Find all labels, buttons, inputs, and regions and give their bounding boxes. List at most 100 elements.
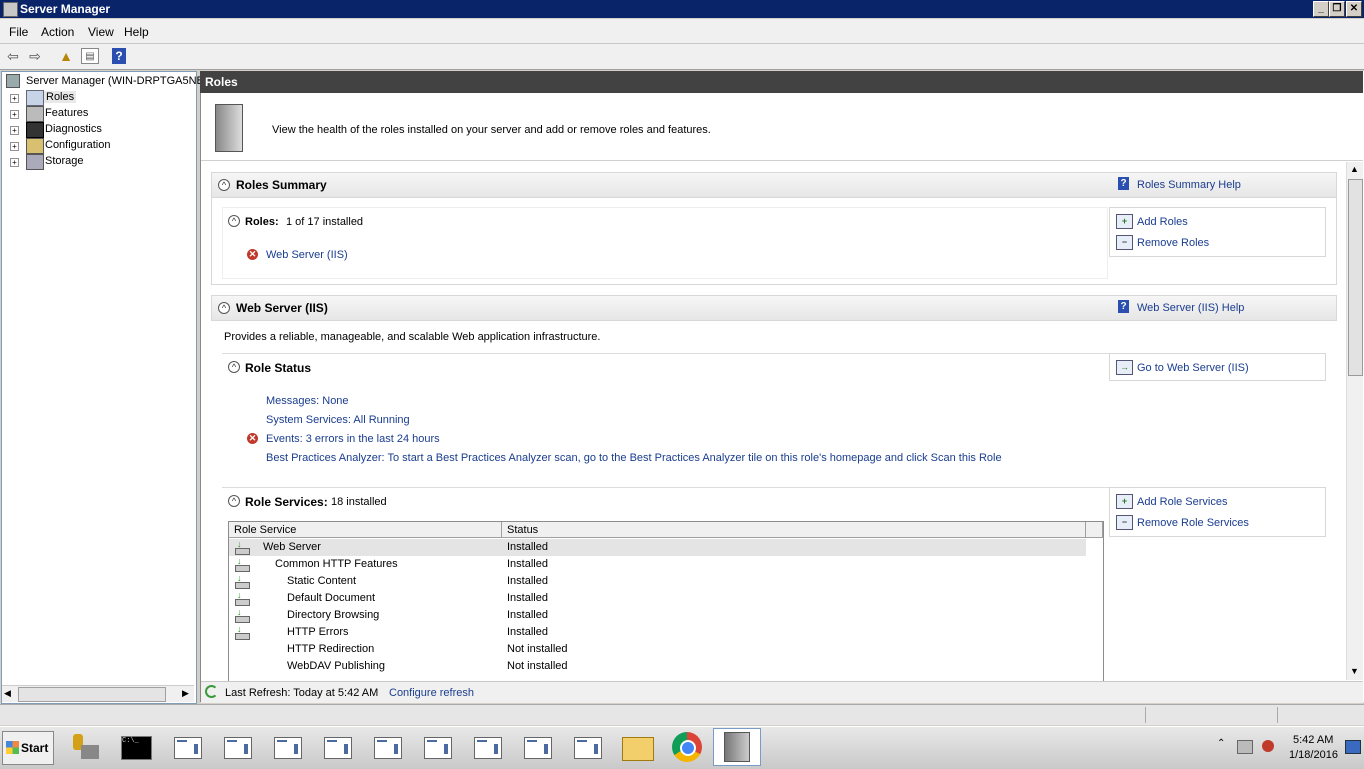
show-hide-tree-icon[interactable]: ▤ bbox=[81, 48, 99, 64]
configuration-icon bbox=[26, 138, 44, 154]
table-row[interactable]: ↓ HTTP Errors Installed bbox=[229, 624, 1086, 641]
table-row[interactable]: WebDAV Publishing Not installed bbox=[229, 658, 1086, 675]
web-server-help-link[interactable]: Web Server (IIS) Help bbox=[1137, 302, 1244, 314]
taskbar-window[interactable] bbox=[416, 731, 456, 763]
intro-area: View the health of the roles installed o… bbox=[201, 94, 1363, 161]
remove-role-services-icon[interactable]: − bbox=[1116, 515, 1133, 530]
taskbar-server-manager-active[interactable] bbox=[713, 728, 761, 766]
add-role-services-link[interactable]: Add Role Services bbox=[1137, 496, 1228, 508]
taskbar-file-explorer[interactable] bbox=[617, 731, 657, 763]
help-icon[interactable]: ? bbox=[1118, 300, 1129, 313]
taskbar-window[interactable] bbox=[266, 731, 306, 763]
error-icon: ✕ bbox=[247, 433, 258, 444]
expand-configuration-icon[interactable]: + bbox=[10, 142, 19, 151]
remove-roles-icon[interactable]: − bbox=[1116, 235, 1133, 250]
volume-muted-icon[interactable] bbox=[1262, 740, 1274, 752]
tree-item-configuration[interactable]: Configuration bbox=[45, 139, 110, 151]
expand-diagnostics-icon[interactable]: + bbox=[10, 126, 19, 135]
events-link[interactable]: Events: 3 errors in the last 24 hours bbox=[266, 433, 440, 445]
refresh-icon[interactable] bbox=[205, 685, 218, 698]
add-roles-link[interactable]: Add Roles bbox=[1137, 216, 1188, 228]
table-row[interactable]: ↓ Static Content Installed bbox=[229, 573, 1086, 590]
window-icon bbox=[524, 737, 552, 759]
go-to-web-server-link[interactable]: Go to Web Server (IIS) bbox=[1137, 362, 1249, 374]
taskbar-window[interactable] bbox=[366, 731, 406, 763]
taskbar-chrome[interactable] bbox=[667, 731, 707, 763]
expand-roles-icon[interactable]: + bbox=[10, 94, 19, 103]
go-to-icon[interactable]: → bbox=[1116, 360, 1133, 375]
collapse-icon[interactable]: ^ bbox=[228, 215, 240, 227]
scroll-right-icon[interactable]: ▶ bbox=[182, 688, 189, 699]
content-vertical-scrollbar[interactable]: ▲ ▼ bbox=[1346, 162, 1363, 680]
tree-item-storage[interactable]: Storage bbox=[45, 155, 84, 167]
taskbar-window[interactable] bbox=[166, 731, 206, 763]
restore-button[interactable]: ❐ bbox=[1329, 1, 1345, 17]
tree-item-features[interactable]: Features bbox=[45, 107, 88, 119]
expand-features-icon[interactable]: + bbox=[10, 110, 19, 119]
add-role-services-icon[interactable]: + bbox=[1116, 494, 1133, 509]
taskbar-command-prompt[interactable]: C:\_ bbox=[116, 731, 156, 763]
windows-logo-icon bbox=[6, 741, 19, 754]
column-header-status[interactable]: Status bbox=[502, 522, 1086, 538]
collapse-icon[interactable]: ^ bbox=[228, 495, 240, 507]
menu-view[interactable]: View bbox=[88, 25, 114, 39]
last-refresh-text: Last Refresh: Today at 5:42 AM bbox=[225, 687, 379, 699]
help-icon[interactable]: ? bbox=[112, 48, 126, 64]
table-row[interactable]: ↓ Default Document Installed bbox=[229, 590, 1086, 607]
expand-storage-icon[interactable]: + bbox=[10, 158, 19, 167]
start-button[interactable]: Start bbox=[2, 731, 54, 765]
back-arrow-icon[interactable]: ⇦ bbox=[4, 48, 22, 64]
taskbar-window[interactable] bbox=[316, 731, 356, 763]
system-services-link[interactable]: System Services: All Running bbox=[266, 414, 410, 426]
roles-summary-help-link[interactable]: Roles Summary Help bbox=[1137, 179, 1241, 191]
menu-bar: File Action View Help bbox=[0, 19, 1364, 44]
column-header-role-service[interactable]: Role Service bbox=[229, 522, 502, 538]
error-icon: ✕ bbox=[247, 249, 258, 260]
scroll-down-icon[interactable]: ▼ bbox=[1350, 666, 1359, 676]
table-row[interactable]: ↓ Directory Browsing Installed bbox=[229, 607, 1086, 624]
tree-horizontal-scrollbar[interactable]: ◀ ▶ bbox=[2, 685, 194, 702]
minimize-button[interactable]: _ bbox=[1313, 1, 1329, 17]
bpa-link[interactable]: Best Practices Analyzer: To start a Best… bbox=[266, 452, 1002, 464]
menu-action[interactable]: Action bbox=[41, 25, 74, 39]
taskbar-window[interactable] bbox=[466, 731, 506, 763]
server-icon bbox=[6, 74, 20, 88]
scroll-thumb[interactable] bbox=[18, 687, 166, 702]
up-folder-icon[interactable]: ▲ bbox=[57, 48, 75, 64]
menu-file[interactable]: File bbox=[9, 25, 28, 39]
title-bar: Server Manager _ ❐ ✕ bbox=[0, 0, 1364, 18]
add-roles-icon[interactable]: + bbox=[1116, 214, 1133, 229]
messages-link[interactable]: Messages: None bbox=[266, 395, 349, 407]
forward-arrow-icon[interactable]: ⇨ bbox=[26, 48, 44, 64]
clock-time[interactable]: 5:42 AM bbox=[1293, 734, 1333, 746]
folder-icon bbox=[622, 737, 654, 761]
scroll-up-icon[interactable]: ▲ bbox=[1350, 164, 1359, 174]
remove-roles-link[interactable]: Remove Roles bbox=[1137, 237, 1209, 249]
web-server-role-link[interactable]: Web Server (IIS) bbox=[266, 249, 348, 261]
collapse-icon[interactable]: ^ bbox=[228, 361, 240, 373]
close-button[interactable]: ✕ bbox=[1346, 1, 1362, 17]
table-row[interactable]: ↓ Common HTTP Features Installed bbox=[229, 556, 1086, 573]
show-hidden-icons-icon[interactable]: ⌃ bbox=[1217, 738, 1225, 749]
help-icon[interactable]: ? bbox=[1118, 177, 1129, 190]
table-row[interactable]: HTTP Redirection Not installed bbox=[229, 641, 1086, 658]
taskbar-window[interactable] bbox=[566, 731, 606, 763]
configure-refresh-link[interactable]: Configure refresh bbox=[389, 687, 474, 699]
collapse-icon[interactable]: ^ bbox=[218, 302, 230, 314]
taskbar-window[interactable] bbox=[516, 731, 556, 763]
table-row[interactable]: ↓ Web Server Installed bbox=[229, 539, 1086, 556]
clock-date[interactable]: 1/18/2016 bbox=[1289, 749, 1338, 761]
show-desktop-icon[interactable] bbox=[1345, 740, 1361, 754]
scroll-left-icon[interactable]: ◀ bbox=[4, 688, 11, 699]
menu-help[interactable]: Help bbox=[124, 25, 149, 39]
tree-root[interactable]: Server Manager (WIN-DRPTGA5NB bbox=[26, 75, 204, 87]
network-icon[interactable] bbox=[1237, 740, 1253, 754]
remove-role-services-link[interactable]: Remove Role Services bbox=[1137, 517, 1249, 529]
collapse-icon[interactable]: ^ bbox=[218, 179, 230, 191]
tree-item-diagnostics[interactable]: Diagnostics bbox=[45, 123, 102, 135]
taskbar-server-manager-tools[interactable] bbox=[67, 731, 107, 763]
scroll-thumb[interactable] bbox=[1348, 179, 1363, 376]
taskbar-window[interactable] bbox=[216, 731, 256, 763]
tree-item-roles[interactable]: Roles bbox=[44, 91, 77, 103]
diagnostics-icon bbox=[26, 122, 44, 138]
